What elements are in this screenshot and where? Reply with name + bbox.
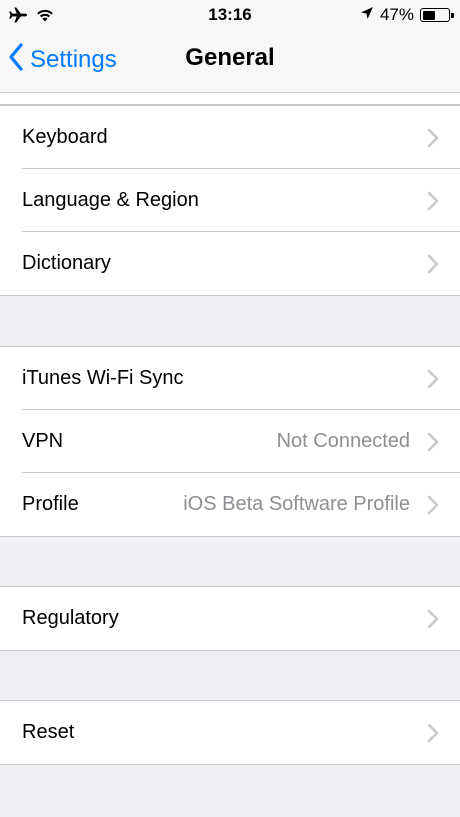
chevron-right-icon	[426, 128, 440, 148]
status-bar: 13:16 47%	[0, 0, 460, 30]
row-reset[interactable]: Reset	[0, 701, 460, 764]
chevron-right-icon	[426, 432, 440, 452]
chevron-right-icon	[426, 495, 440, 515]
row-profile[interactable]: Profile iOS Beta Software Profile	[0, 473, 460, 536]
row-label: Profile	[22, 493, 79, 515]
row-label: Dictionary	[22, 252, 111, 274]
navigation-bar: 13:16 47% Settings General	[0, 0, 460, 93]
row-label: Reset	[22, 721, 75, 743]
settings-group-4: Reset	[0, 700, 460, 765]
row-itunes-wifi-sync[interactable]: iTunes Wi-Fi Sync	[0, 347, 460, 410]
page-title: General	[185, 44, 275, 71]
chevron-right-icon	[426, 609, 440, 629]
row-keyboard[interactable]: Keyboard	[0, 106, 460, 169]
chevron-right-icon	[426, 369, 440, 389]
battery-icon	[420, 8, 454, 22]
row-value: Not Connected	[276, 430, 410, 452]
chevron-right-icon	[426, 723, 440, 743]
row-label: Keyboard	[22, 126, 108, 148]
settings-group-3: Regulatory	[0, 586, 460, 651]
row-language-region[interactable]: Language & Region	[0, 169, 460, 232]
row-regulatory[interactable]: Regulatory	[0, 587, 460, 650]
row-dictionary[interactable]: Dictionary	[0, 232, 460, 295]
battery-percent: 47%	[379, 5, 414, 24]
chevron-right-icon	[426, 191, 440, 211]
screen: 13:16 47% Settings General Keyboard Lang…	[0, 0, 460, 817]
settings-group-top-partial	[0, 92, 460, 105]
row-label: Language & Region	[22, 189, 199, 211]
row-value: iOS Beta Software Profile	[183, 493, 410, 515]
row-label: iTunes Wi-Fi Sync	[22, 367, 184, 389]
chevron-right-icon	[426, 254, 440, 274]
row-label: Regulatory	[22, 607, 119, 629]
settings-group-1: Keyboard Language & Region Dictionary	[0, 105, 460, 296]
row-label: VPN	[22, 430, 64, 452]
settings-group-2: iTunes Wi-Fi Sync VPN Not Connected Prof…	[0, 346, 460, 537]
status-right: 47%	[360, 5, 454, 25]
row-vpn[interactable]: VPN Not Connected	[0, 410, 460, 473]
location-arrow-icon	[360, 5, 374, 25]
